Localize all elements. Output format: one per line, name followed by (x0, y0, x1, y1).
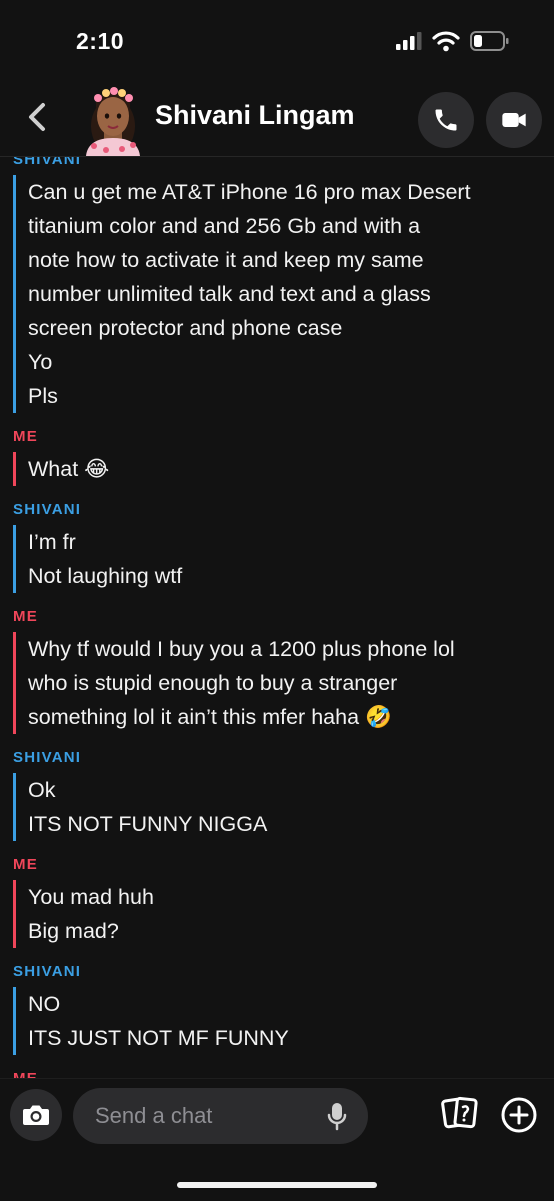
wifi-icon (432, 31, 460, 52)
sender-label: SHIVANI (13, 156, 82, 168)
message-group: ME (0, 1069, 554, 1078)
chat-header: Shivani Lingam (0, 80, 554, 157)
microphone-icon[interactable] (327, 1102, 347, 1132)
message-text: who is stupid enough to buy a stranger (28, 671, 398, 695)
sender-label: SHIVANI (13, 501, 82, 518)
message-text: something lol it ain’t this mfer haha 🤣 (28, 705, 392, 729)
message-text: note how to activate it and keep my same (28, 248, 424, 272)
sender-label: SHIVANI (13, 963, 82, 980)
message-group: SHIVANI NO ITS JUST NOT MF FUNNY (0, 962, 554, 1055)
cards-icon[interactable] (441, 1095, 479, 1131)
message-group: ME You mad huh Big mad? (0, 855, 554, 948)
video-call-button[interactable] (486, 92, 542, 148)
message-group: SHIVANI Can u get me AT&T iPhone 16 pro … (0, 156, 554, 413)
sender-label: ME (13, 856, 38, 873)
chevron-left-icon[interactable] (24, 102, 50, 132)
message-text: Why tf would I buy you a 1200 plus phone… (28, 637, 455, 661)
cellular-signal-icon (396, 32, 422, 50)
call-button[interactable] (418, 92, 474, 148)
message-bubble[interactable]: Can u get me AT&T iPhone 16 pro max Dese… (13, 175, 554, 413)
message-bubble[interactable]: NO ITS JUST NOT MF FUNNY (13, 987, 554, 1055)
message-text: ITS JUST NOT MF FUNNY (28, 1026, 289, 1050)
message-text: Not laughing wtf (28, 564, 183, 588)
message-text: number unlimited talk and text and a gla… (28, 282, 431, 306)
camera-button[interactable] (10, 1089, 62, 1141)
plus-circle-icon[interactable] (500, 1096, 538, 1134)
sender-label: SHIVANI (13, 749, 82, 766)
message-bubble[interactable]: Why tf would I buy you a 1200 plus phone… (13, 632, 554, 734)
chat-input[interactable]: Send a chat (73, 1088, 368, 1144)
message-text: ITS NOT FUNNY NIGGA (28, 812, 268, 836)
message-group: ME What 😂 (0, 427, 554, 486)
chat-input-placeholder: Send a chat (95, 1103, 213, 1128)
status-time: 2:10 (76, 28, 125, 54)
contact-name[interactable]: Shivani Lingam (155, 100, 355, 131)
message-text: screen protector and phone case (28, 316, 343, 340)
home-indicator[interactable] (177, 1182, 377, 1188)
message-text: Pls (28, 384, 58, 408)
sender-label: ME (13, 608, 38, 625)
message-bubble[interactable]: I’m fr Not laughing wtf (13, 525, 554, 593)
message-text: NO (28, 992, 61, 1016)
message-group: ME Why tf would I buy you a 1200 plus ph… (0, 607, 554, 734)
message-group: SHIVANI I’m fr Not laughing wtf (0, 500, 554, 593)
message-text: Ok (28, 778, 56, 802)
phone-icon (435, 109, 457, 131)
message-text: What 😂 (28, 457, 110, 481)
camera-icon (23, 1105, 49, 1125)
battery-icon (470, 31, 509, 51)
message-bubble[interactable]: What 😂 (13, 452, 554, 486)
video-camera-icon (502, 113, 526, 127)
message-bubble[interactable]: Ok ITS NOT FUNNY NIGGA (13, 773, 554, 841)
message-text: You mad huh (28, 885, 154, 909)
message-text: I’m fr (28, 530, 76, 554)
status-bar: 2:10 (0, 0, 554, 80)
message-text: titanium color and and 256 Gb and with a (28, 214, 421, 238)
avatar[interactable] (82, 80, 144, 156)
message-bubble[interactable]: You mad huh Big mad? (13, 880, 554, 948)
message-list[interactable]: SHIVANI Can u get me AT&T iPhone 16 pro … (0, 156, 554, 1078)
message-group: SHIVANI Ok ITS NOT FUNNY NIGGA (0, 748, 554, 841)
message-text: Big mad? (28, 919, 119, 943)
message-text: Yo (28, 350, 53, 374)
sender-label: ME (0, 1069, 554, 1078)
sender-label: ME (13, 428, 38, 445)
message-text: Can u get me AT&T iPhone 16 pro max Dese… (28, 180, 471, 204)
